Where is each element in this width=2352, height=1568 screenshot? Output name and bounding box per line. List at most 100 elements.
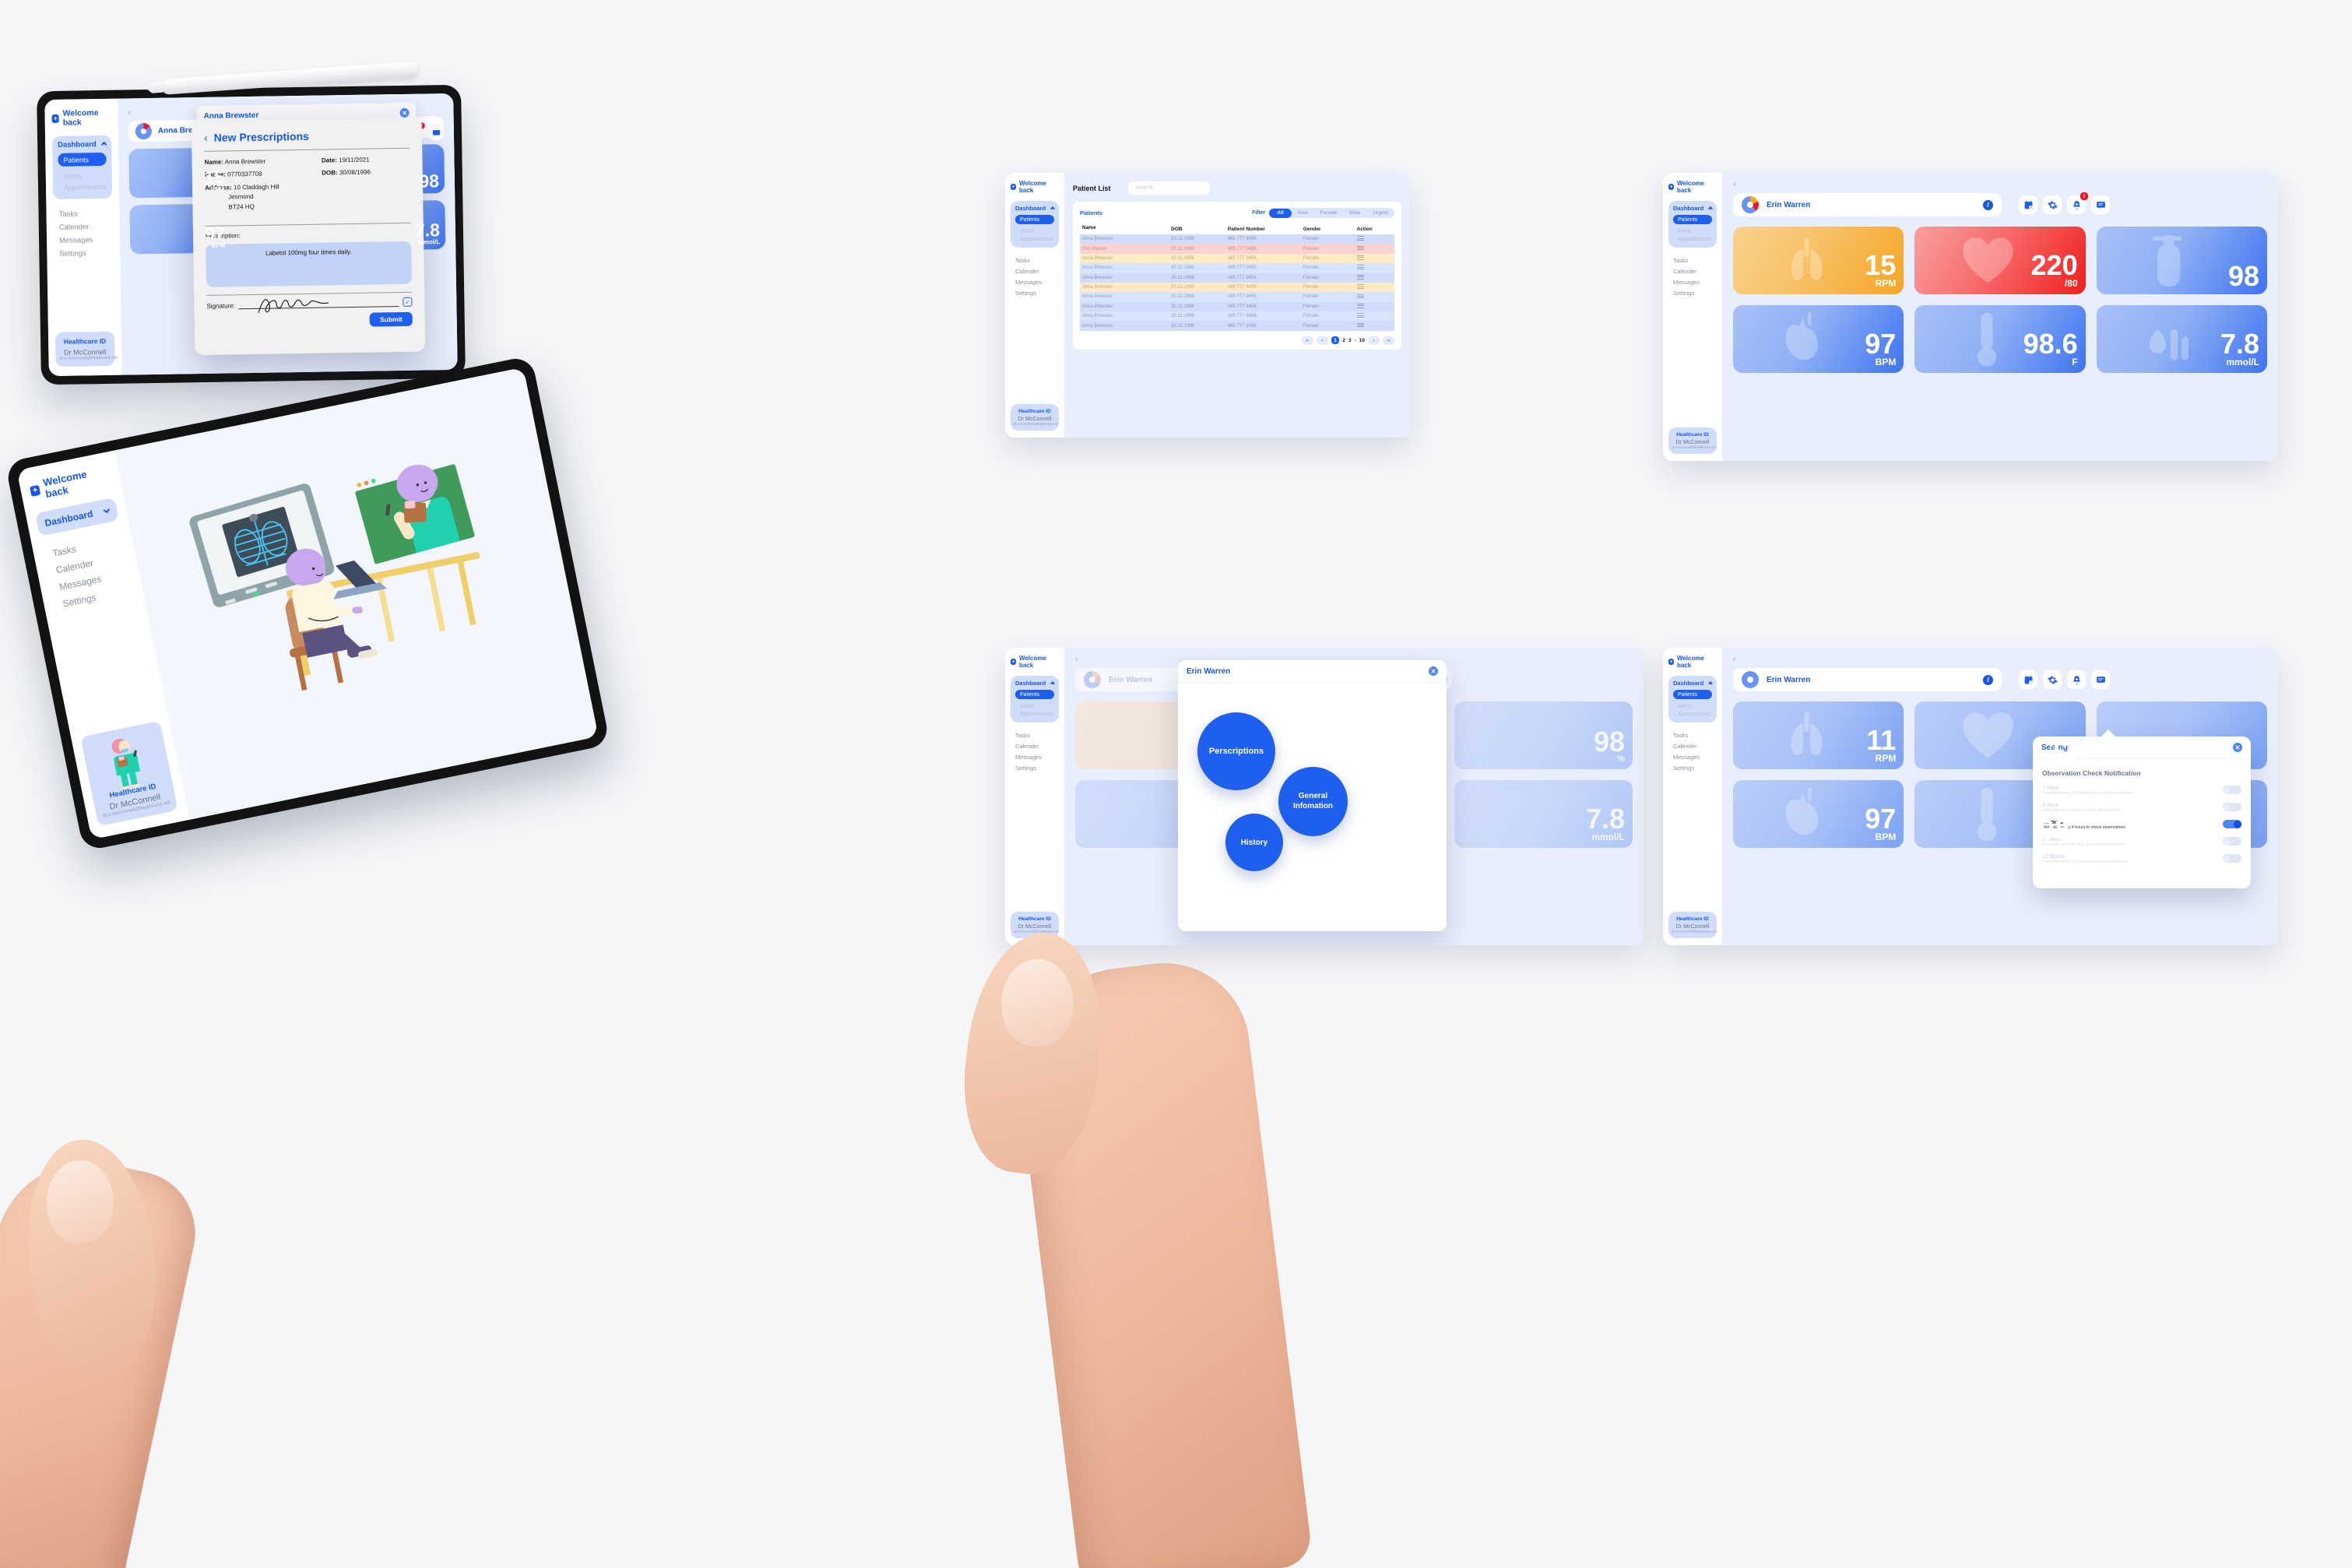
signature-checkbox[interactable]: ✓: [403, 297, 413, 308]
toggle-switch[interactable]: [2223, 837, 2241, 846]
table-row[interactable]: Anna Brewster 30.11.1998 485 777 3456. Fema…: [1080, 292, 1394, 302]
dashboard-group-toggle[interactable]: Dashboard: [44, 505, 110, 529]
vital-tile[interactable]: 98 %: [1454, 701, 1633, 769]
sidebar-item-patients[interactable]: Patients: [58, 152, 107, 167]
dashboard-group-toggle[interactable]: Dashboard: [1015, 205, 1055, 212]
bell-plus-icon[interactable]: !: [2067, 192, 2088, 214]
back-button[interactable]: ‹: [1733, 656, 2267, 664]
page-1[interactable]: 1: [1331, 336, 1340, 345]
vital-tile-pulse[interactable]: 97 BPM: [1733, 780, 1904, 848]
sidebar-item-patients[interactable]: Patients: [1673, 690, 1712, 699]
settings-option-row[interactable]: 12 hours Reminder every 12 hours to chec…: [2042, 853, 2241, 864]
row-menu-icon[interactable]: [1356, 312, 1364, 319]
back-button[interactable]: ‹: [1733, 181, 2267, 189]
row-menu-icon[interactable]: [1356, 244, 1364, 251]
sidebar-item-messages[interactable]: Messages: [1668, 276, 1717, 287]
table-row[interactable]: Anna Brewster 30.11.1998 485 777 3456. Fema…: [1080, 253, 1394, 264]
page-2[interactable]: 2: [1342, 338, 1345, 343]
sidebar-item-calender[interactable]: Calender: [1668, 740, 1717, 751]
filter-urgent[interactable]: Urgent: [1366, 209, 1394, 218]
info-icon[interactable]: i: [1983, 199, 1993, 210]
toggle-switch[interactable]: [2223, 854, 2241, 863]
row-menu-icon[interactable]: [1356, 235, 1364, 242]
page-next-button[interactable]: ›: [1368, 336, 1380, 345]
dashboard-group-toggle[interactable]: Dashboard: [1015, 680, 1055, 687]
sidebar-item-alerts[interactable]: Alerts: [1673, 702, 1712, 710]
message-icon[interactable]: [427, 125, 445, 141]
gear-icon[interactable]: [2043, 670, 2062, 689]
signature-field[interactable]: [238, 299, 399, 314]
toggle-switch[interactable]: [2223, 786, 2241, 794]
vital-tile-oxygen[interactable]: 98: [2096, 227, 2267, 294]
info-icon[interactable]: i: [1983, 674, 1993, 685]
sidebar-item-messages[interactable]: Messages: [1011, 276, 1059, 287]
vital-tile[interactable]: 7.8 mmol/L: [1454, 780, 1633, 848]
sidebar-item-calender[interactable]: Calender: [54, 220, 113, 234]
vital-tile-blood-pressure[interactable]: 11: [1914, 701, 2086, 769]
row-menu-icon[interactable]: [1356, 293, 1364, 300]
row-menu-icon[interactable]: [1356, 303, 1364, 310]
filter-male[interactable]: Male: [1343, 209, 1366, 218]
message-icon[interactable]: [2091, 670, 2110, 689]
sidebar-item-tasks[interactable]: Tasks: [1668, 730, 1717, 740]
message-icon[interactable]: [2091, 195, 2110, 214]
close-icon[interactable]: ✕: [399, 107, 410, 118]
vital-tile-respiration[interactable]: 15 RPM: [1733, 227, 1904, 294]
close-icon[interactable]: ✕: [2233, 743, 2242, 752]
page-last-button[interactable]: »: [1383, 336, 1394, 345]
submit-button[interactable]: Submit: [369, 311, 413, 327]
table-row[interactable]: Anna Brewster 30.11.1998 485 777 3456. Fema…: [1080, 282, 1394, 293]
dashboard-group-toggle[interactable]: Dashboard: [1673, 205, 1713, 212]
sidebar-item-messages[interactable]: Messages: [1011, 751, 1059, 762]
patient-header-bar[interactable]: Erin Warren i: [1733, 193, 2002, 216]
settings-option-row[interactable]: 2 hour Reminder every hour to check obse…: [2042, 801, 2241, 813]
gear-icon[interactable]: [2043, 195, 2062, 214]
sidebar-item-settings[interactable]: Settings: [1011, 762, 1059, 773]
sidebar-item-messages[interactable]: Messages: [54, 234, 113, 248]
dashboard-group-toggle[interactable]: Dashboard: [58, 140, 107, 149]
sidebar-item-calender[interactable]: Calender: [1668, 265, 1717, 276]
filter-all[interactable]: All: [1269, 208, 1292, 218]
page-first-button[interactable]: «: [1301, 336, 1313, 345]
sidebar-item-calender[interactable]: Calender: [1011, 740, 1059, 751]
bubble-history[interactable]: History: [1225, 814, 1283, 871]
sidebar-item-settings[interactable]: Settings: [54, 247, 113, 261]
sidebar-item-patients[interactable]: Patients: [1673, 215, 1712, 224]
sidebar-item-tasks[interactable]: Tasks: [1011, 255, 1059, 265]
sidebar-item-settings[interactable]: Settings: [1668, 287, 1717, 298]
page-prev-button[interactable]: ‹: [1316, 336, 1328, 345]
toggle-switch[interactable]: [2223, 820, 2241, 828]
sidebar-item-appointments[interactable]: Appointments: [1673, 710, 1712, 718]
bell-plus-icon[interactable]: [2067, 670, 2086, 689]
toggle-switch[interactable]: [2223, 803, 2241, 811]
close-icon[interactable]: ✕: [1429, 666, 1438, 676]
row-menu-icon[interactable]: [1356, 264, 1364, 271]
vital-tile-respiration[interactable]: 11 RPM: [1733, 701, 1904, 769]
search-input[interactable]: Search: [1127, 181, 1210, 195]
vital-tile-temperature[interactable]: 98.6 F: [1914, 305, 2086, 373]
sidebar-item-messages[interactable]: Messages: [1668, 751, 1717, 762]
page-3[interactable]: 3: [1348, 338, 1352, 343]
row-menu-icon[interactable]: [1356, 273, 1364, 280]
table-row[interactable]: Anna Brewster 30.11.1998 485 777 3456. Fema…: [1080, 311, 1394, 322]
sidebar-item-tasks[interactable]: Tasks: [1011, 730, 1059, 740]
sidebar-item-settings[interactable]: Settings: [1668, 762, 1717, 773]
vital-tile-blood-pressure[interactable]: 220 /80: [1914, 227, 2086, 294]
bubble-prescriptions[interactable]: Perscriptions: [1197, 712, 1275, 790]
calendar-clock-icon[interactable]: [2019, 670, 2037, 689]
patient-header-bar[interactable]: Erin Warren i: [1733, 668, 2002, 691]
filter-new[interactable]: New: [1292, 209, 1314, 218]
sidebar-item-tasks[interactable]: Tasks: [1668, 255, 1717, 265]
sidebar-item-alerts[interactable]: Alerts: [1015, 227, 1054, 235]
table-row[interactable]: Erin Warren 30.11.1998 485 777 3456. Female: [1080, 244, 1394, 254]
page-10[interactable]: 10: [1359, 338, 1365, 343]
sidebar-item-appointments[interactable]: Appointments: [1015, 235, 1054, 243]
sidebar-item-alerts[interactable]: Alerts: [1673, 227, 1712, 235]
table-row[interactable]: Anna Brewster 30.11.1998 485 777 3456. Fema…: [1080, 272, 1394, 283]
modal-back-icon[interactable]: ‹: [204, 132, 208, 144]
bubble-general-information[interactable]: General Infomation: [1278, 767, 1348, 836]
vital-tile-glucose[interactable]: 7.8 mmol/L: [2096, 305, 2267, 373]
table-row[interactable]: Anna Brewster 30.11.1998 485 777 3456. Fema…: [1080, 263, 1394, 273]
sidebar-item-appointments[interactable]: Appointments: [1015, 710, 1054, 718]
sidebar-item-appointments[interactable]: Appointments: [1673, 235, 1712, 243]
